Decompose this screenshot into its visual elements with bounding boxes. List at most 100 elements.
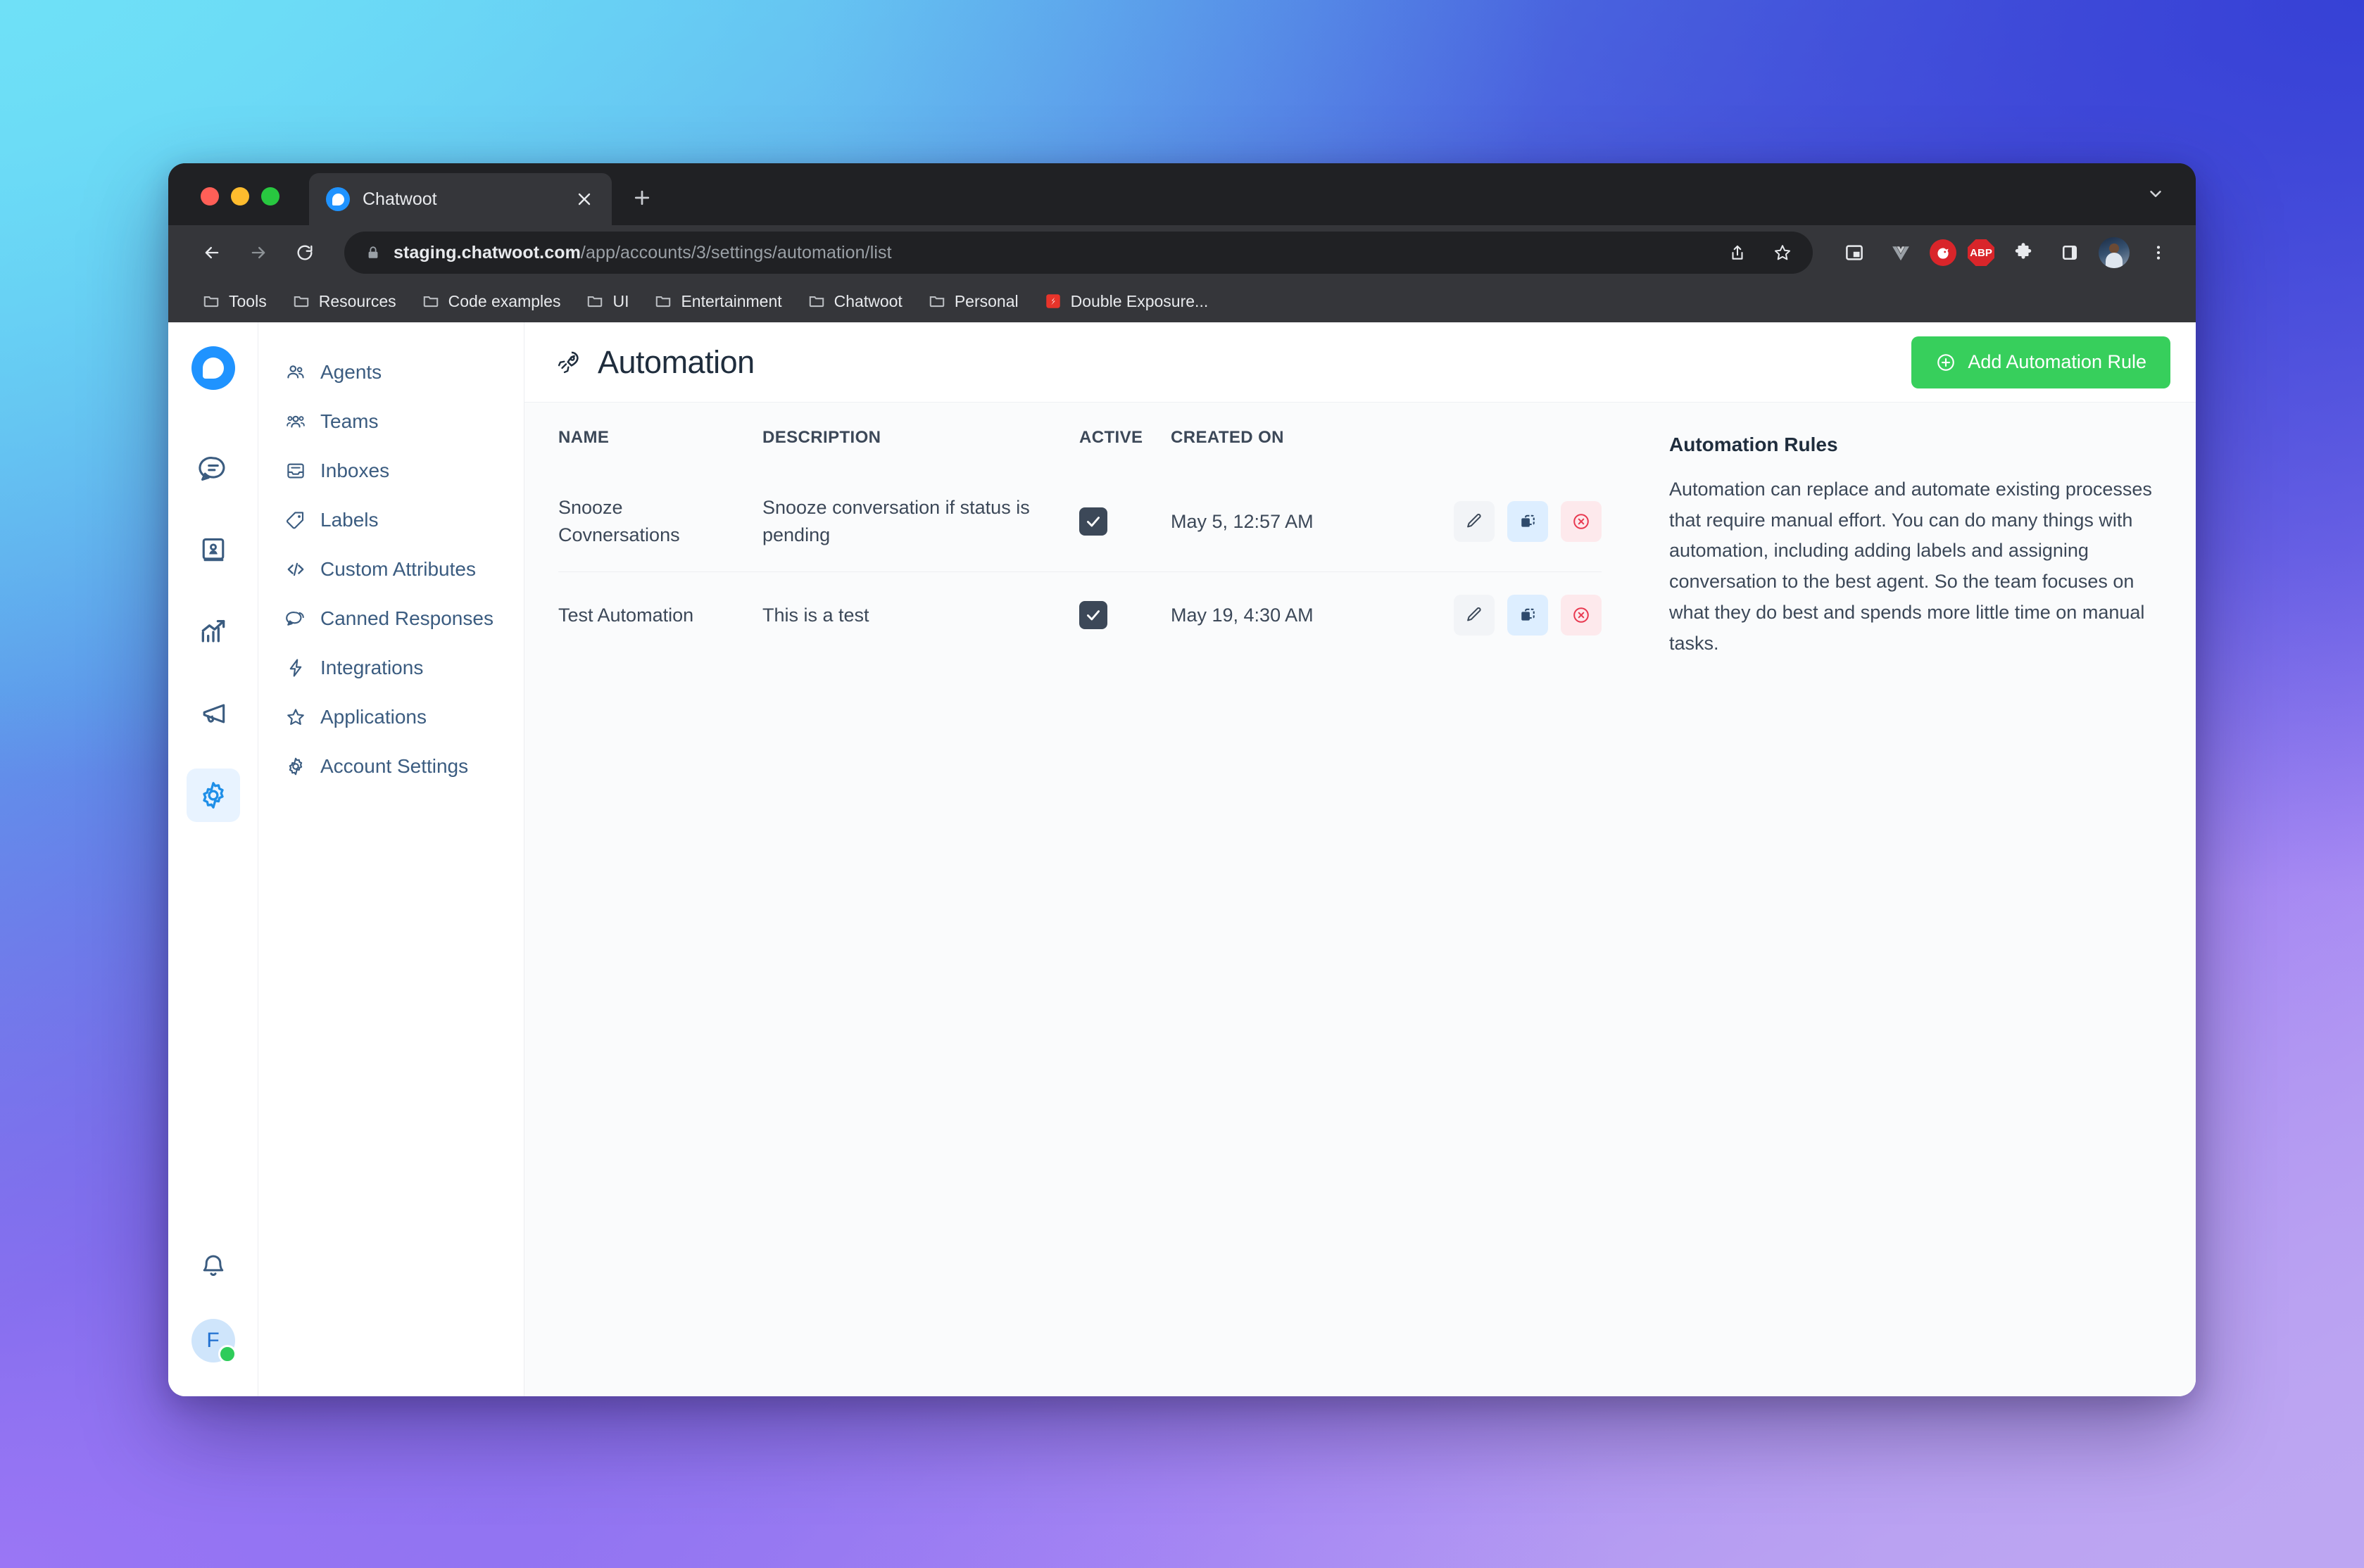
active-checkbox[interactable] — [1079, 507, 1107, 536]
rule-description: This is a test — [762, 571, 1079, 659]
url-host: staging.chatwoot.com — [394, 242, 581, 263]
sidebar-item-contacts[interactable] — [187, 524, 240, 577]
bookmark-label: Personal — [954, 291, 1019, 310]
minimize-window-button[interactable] — [231, 187, 249, 206]
bookmark-star-icon[interactable] — [1765, 235, 1800, 270]
table-row[interactable]: Snooze Covnersations Snooze conversation… — [558, 472, 1602, 572]
sidebar-item-account-settings[interactable]: Account Settings — [258, 742, 524, 791]
sidebar-item-applications[interactable]: Applications — [258, 693, 524, 742]
url-text: staging.chatwoot.com/app/accounts/3/sett… — [394, 243, 892, 263]
bookmark-tools[interactable]: Tools — [192, 288, 277, 315]
bookmark-personal[interactable]: Personal — [918, 288, 1029, 315]
picture-in-picture-icon[interactable] — [1837, 235, 1872, 270]
bookmark-entertainment[interactable]: Entertainment — [644, 288, 791, 315]
chatwoot-app: F Agents Teams Inboxes Labels Custom Att… — [168, 322, 2196, 1396]
forward-arrow-icon[interactable] — [239, 233, 278, 272]
tab-strip: Chatwoot — [168, 163, 2196, 225]
column-header-description: DESCRIPTION — [762, 428, 881, 447]
chatwoot-favicon-icon — [326, 187, 350, 211]
reload-icon[interactable] — [285, 233, 325, 272]
page-header: Automation Add Automation Rule — [524, 322, 2196, 403]
sidebar-item-settings[interactable] — [186, 769, 240, 822]
browser-window: Chatwoot staging.chatwoot.com/app/accoun… — [168, 163, 2196, 1396]
delete-rule-button[interactable] — [1561, 501, 1602, 543]
puzzle-extensions-icon[interactable] — [2006, 235, 2041, 270]
sidebar-item-label: Integrations — [320, 657, 424, 678]
clone-rule-button[interactable] — [1507, 595, 1548, 636]
table-row[interactable]: Test Automation This is a test May 19, 4… — [558, 571, 1602, 659]
bookmark-label: Chatwoot — [834, 291, 903, 310]
avatar-initial: F — [206, 1329, 220, 1352]
clone-rule-button[interactable] — [1507, 501, 1548, 543]
main-content: Automation Add Automation Rule NAME DESC… — [524, 322, 2196, 1396]
new-tab-button[interactable] — [620, 176, 664, 220]
column-header-actions — [1347, 428, 1602, 472]
sidebar-item-integrations[interactable]: Integrations — [258, 643, 524, 693]
window-controls — [201, 187, 279, 225]
folder-icon — [203, 296, 219, 308]
side-panel-icon[interactable] — [2052, 235, 2087, 270]
user-avatar[interactable]: F — [191, 1319, 237, 1363]
bookmark-ui[interactable]: UI — [576, 288, 639, 315]
rule-name: Snooze Covnersations — [558, 497, 680, 546]
sidebar-item-reports[interactable] — [187, 605, 240, 659]
edit-rule-button[interactable] — [1454, 595, 1495, 636]
folder-icon — [294, 296, 308, 308]
sidebar-item-labels[interactable]: Labels — [258, 495, 524, 545]
delete-rule-button[interactable] — [1561, 595, 1602, 636]
address-bar[interactable]: staging.chatwoot.com/app/accounts/3/sett… — [344, 232, 1813, 274]
page-title-text: Automation — [598, 343, 755, 380]
close-tab-icon[interactable] — [572, 187, 596, 211]
chrome-menu-icon[interactable] — [2141, 235, 2176, 270]
bookmark-label: UI — [612, 291, 629, 310]
automation-rules-table: NAME DESCRIPTION ACTIVE CREATED ON Snooz… — [558, 428, 1602, 659]
megaphone-icon — [203, 704, 225, 723]
edit-rule-button[interactable] — [1454, 501, 1495, 543]
sidebar-item-inboxes[interactable]: Inboxes — [258, 446, 524, 495]
gear-icon — [202, 782, 224, 809]
notifications-bell-icon[interactable] — [187, 1240, 240, 1294]
sidebar-item-custom-attributes[interactable]: Custom Attributes — [258, 545, 524, 594]
sidebar-item-campaigns[interactable] — [187, 687, 240, 740]
back-arrow-icon[interactable] — [192, 233, 232, 272]
sidebar-item-label: Applications — [320, 706, 427, 728]
red-app-icon — [1045, 294, 1060, 308]
browser-tab-chatwoot[interactable]: Chatwoot — [309, 173, 612, 225]
column-header-active: ACTIVE — [1079, 428, 1143, 447]
active-checkbox[interactable] — [1079, 601, 1107, 630]
vue-devtools-icon[interactable] — [1883, 235, 1918, 270]
rule-description: Snooze conversation if status is pending — [762, 497, 1030, 546]
chatwoot-logo[interactable] — [191, 346, 235, 390]
bar-chart-icon — [201, 619, 225, 643]
sidebar-item-label: Teams — [320, 410, 379, 432]
info-panel-heading: Automation Rules — [1669, 434, 1838, 455]
profile-avatar[interactable] — [2099, 237, 2130, 268]
contact-book-icon — [202, 538, 224, 562]
bookmark-label: Double Exposure... — [1070, 291, 1209, 310]
close-window-button[interactable] — [201, 187, 219, 206]
tab-search-chevron-down-icon[interactable] — [2139, 177, 2172, 210]
inbox-icon — [287, 463, 304, 479]
bookmark-label: Resources — [318, 291, 396, 310]
bookmark-double-exposure[interactable]: Double Exposure... — [1034, 288, 1219, 315]
sidebar-item-teams[interactable]: Teams — [258, 397, 524, 446]
bookmark-chatwoot[interactable]: Chatwoot — [798, 288, 912, 315]
add-automation-rule-button[interactable]: Add Automation Rule — [1911, 336, 2170, 388]
sidebar-item-label: Canned Responses — [320, 607, 493, 629]
rule-name: Test Automation — [558, 571, 762, 659]
sidebar-item-conversations[interactable] — [187, 442, 240, 495]
maximize-window-button[interactable] — [261, 187, 279, 206]
sidebar-item-canned-responses[interactable]: Canned Responses — [258, 594, 524, 643]
bookmark-resources[interactable]: Resources — [282, 288, 406, 315]
share-icon[interactable] — [1720, 235, 1755, 270]
add-button-label: Add Automation Rule — [1968, 351, 2146, 372]
sidebar-item-agents[interactable]: Agents — [258, 348, 524, 397]
check-icon — [1087, 610, 1100, 621]
lightning-icon — [289, 659, 302, 677]
adblock-plus-icon[interactable]: ABP — [1968, 239, 1994, 266]
pet-extension-icon[interactable] — [1930, 239, 1956, 266]
bookmark-label: Tools — [229, 291, 267, 310]
folder-icon — [588, 296, 603, 308]
bookmark-code-examples[interactable]: Code examples — [412, 288, 571, 315]
rule-active-cell — [1079, 472, 1171, 572]
